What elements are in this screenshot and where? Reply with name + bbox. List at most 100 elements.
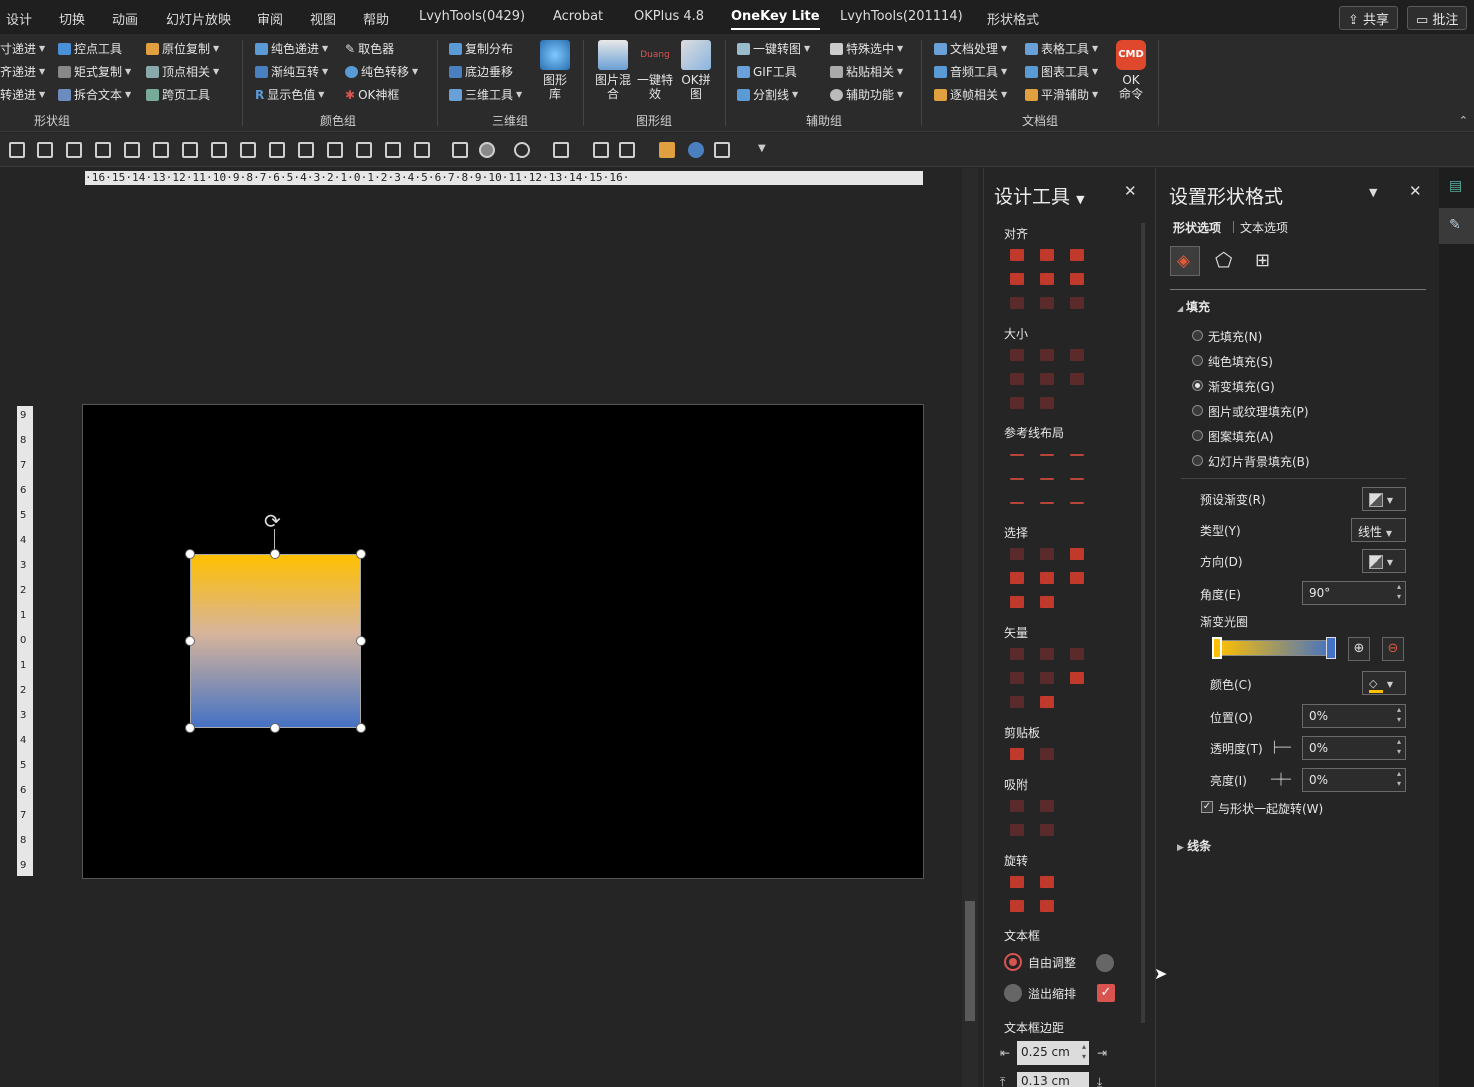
distribute-h-icon[interactable] <box>1010 297 1024 309</box>
ribbon-color-picker[interactable]: ✎ 取色器 <box>345 40 394 57</box>
close-icon[interactable]: ✕ <box>1124 182 1137 200</box>
select-similar-icon[interactable] <box>1040 548 1054 560</box>
guide-bottom-icon[interactable] <box>1070 478 1084 480</box>
ribbon-paste[interactable]: 粘贴相关 ▼ <box>830 63 903 80</box>
tab-review[interactable]: 审阅 <box>257 9 283 28</box>
guide-right-icon[interactable] <box>1070 454 1084 456</box>
group-icon[interactable] <box>240 142 256 158</box>
color-dropdown[interactable]: ◇ ▼ <box>1362 671 1406 695</box>
ribbon-color-transfer[interactable]: 纯色转移 ▼ <box>345 63 418 80</box>
tab-lvyhtools-0429[interactable]: LvyhTools(0429) <box>419 9 525 24</box>
ribbon-inplace-copy[interactable]: 原位复制 ▼ <box>146 40 219 57</box>
align-center-icon[interactable] <box>66 142 82 158</box>
pointer-icon[interactable] <box>1070 572 1084 584</box>
distribute-h-icon[interactable] <box>153 142 169 158</box>
ribbon-audio-tool[interactable]: 音频工具 ▼ <box>934 63 1007 80</box>
no-fill-label[interactable]: 无填充(N) <box>1208 328 1262 345</box>
insert-shape-icon[interactable] <box>553 142 569 158</box>
angle-input[interactable]: 90° <box>1302 581 1406 605</box>
snap-bottom-icon[interactable] <box>1040 800 1054 812</box>
flip-vertical-icon[interactable] <box>1040 900 1054 912</box>
text-effect-icon[interactable] <box>714 142 730 158</box>
same-size-icon[interactable] <box>1070 349 1084 361</box>
tab-design[interactable]: 设计 <box>6 9 32 28</box>
ribbon-rotate-step[interactable]: 转递进 ▼ <box>0 86 45 103</box>
vector-fragment-icon[interactable] <box>1070 648 1084 660</box>
crop-shape-icon[interactable] <box>385 142 401 158</box>
snap-right-icon[interactable] <box>1040 824 1054 836</box>
vector-subtract-icon[interactable] <box>1040 672 1054 684</box>
resize-handle-br[interactable] <box>356 723 366 733</box>
resize-handle-t[interactable] <box>270 549 280 559</box>
align-middle-icon[interactable] <box>211 142 227 158</box>
ribbon-table-tool[interactable]: 表格工具 ▼ <box>1025 40 1098 57</box>
overflow-radio[interactable] <box>1004 984 1022 1002</box>
shape-outline-icon[interactable] <box>688 142 704 158</box>
select-invert-icon[interactable] <box>1040 596 1054 608</box>
gradient-stops-bar[interactable] <box>1216 640 1332 656</box>
flip-horizontal-icon[interactable] <box>1010 900 1024 912</box>
rotate-tool-icon[interactable] <box>414 142 430 158</box>
magic-wand-icon[interactable] <box>1070 548 1084 560</box>
ribbon-handle-tool[interactable]: 控点工具 <box>58 40 122 57</box>
selection-pane-icon[interactable]: ▤ <box>1449 178 1462 194</box>
gradient-rectangle-shape[interactable] <box>190 554 361 728</box>
same-height-icon[interactable] <box>1040 349 1054 361</box>
vector-combine-icon[interactable] <box>1040 648 1054 660</box>
brightness-slider-icon[interactable]: ─┼─ <box>1271 773 1291 786</box>
fill-section-header[interactable]: ◢ 填充 <box>1177 298 1210 315</box>
ribbon-to-image[interactable]: 一键转图 ▼ <box>737 40 810 57</box>
ribbon-size-step[interactable]: 寸递进 ▼ <box>0 40 45 57</box>
pattern-fill-radio[interactable] <box>1192 430 1203 441</box>
resize-handle-tr[interactable] <box>356 549 366 559</box>
send-backward-icon[interactable] <box>327 142 343 158</box>
slide-bg-fill-radio[interactable] <box>1192 455 1203 466</box>
ribbon-divider-line[interactable]: 分割线 ▼ <box>737 86 798 103</box>
circle-fill-icon[interactable] <box>479 142 495 158</box>
tab-onekey-lite[interactable]: OneKey Lite <box>731 9 820 30</box>
select-group-icon[interactable] <box>1010 596 1024 608</box>
tab-acrobat[interactable]: Acrobat <box>553 9 603 24</box>
merge-shapes-icon[interactable] <box>514 142 530 158</box>
text-to-shape-icon[interactable] <box>1010 696 1024 708</box>
pen-icon[interactable] <box>1040 696 1054 708</box>
size-fit-icon[interactable] <box>1040 373 1054 385</box>
ribbon-gradient-solid[interactable]: 渐纯互转 ▼ <box>255 63 328 80</box>
picture-fill-label[interactable]: 图片或纹理填充(P) <box>1208 403 1309 420</box>
ribbon-bottom-shift[interactable]: 底边垂移 <box>449 63 513 80</box>
transparency-slider-icon[interactable]: ├── <box>1271 741 1291 754</box>
bring-forward-icon[interactable] <box>298 142 314 158</box>
ribbon-gif-tool[interactable]: GIF工具 <box>737 63 797 80</box>
distribute-v-icon[interactable] <box>1040 297 1054 309</box>
ribbon-copy-distribute[interactable]: 复制分布 <box>449 40 513 57</box>
tab-lvyhtools-201114[interactable]: LvyhTools(201114) <box>840 9 963 24</box>
align-center-icon[interactable] <box>1040 249 1054 261</box>
ok-puzzle-button[interactable]: OK拼图 <box>679 40 713 101</box>
one-click-effect-button[interactable]: Duang 一键特效 <box>636 40 674 101</box>
guide-top-icon[interactable] <box>1010 478 1024 480</box>
vector-intersect-icon[interactable] <box>1010 672 1024 684</box>
ribbon-vertex[interactable]: 顶点相关 ▼ <box>146 63 219 80</box>
size-properties-icon[interactable]: ⊞ <box>1255 250 1270 271</box>
resize-handle-tl[interactable] <box>185 549 195 559</box>
margin-left-input[interactable]: 0.25 cm ▴ ▾ <box>1017 1041 1089 1065</box>
ribbon-matrix-copy[interactable]: 矩式复制 ▼ <box>58 63 131 80</box>
ok-command-button[interactable]: CMD OK命令 <box>1115 40 1147 101</box>
auto-fit-option[interactable]: 自由调整 <box>1004 953 1076 971</box>
resize-handle-r[interactable] <box>356 636 366 646</box>
auto-fit-toggle[interactable] <box>1096 954 1114 972</box>
size-shrink-icon[interactable] <box>1040 397 1054 409</box>
size-match-icon[interactable] <box>1010 373 1024 385</box>
guide-v-spread-icon[interactable] <box>1040 502 1054 504</box>
comment-button[interactable]: ▭ 批注 <box>1407 6 1468 30</box>
gradient-stop-start[interactable] <box>1212 637 1222 659</box>
brightness-input[interactable]: 0% <box>1302 768 1406 792</box>
shape-library-button[interactable]: 图形库 <box>538 40 572 101</box>
pane-menu-icon[interactable]: ▼ <box>1076 193 1084 206</box>
vector-split-icon[interactable] <box>1070 672 1084 684</box>
guide-h-spread-icon[interactable] <box>1010 502 1024 504</box>
direction-dropdown[interactable]: ▼ <box>1362 549 1406 573</box>
format-painter-icon[interactable] <box>452 142 468 158</box>
tab-slideshow[interactable]: 幻灯片放映 <box>166 9 231 28</box>
ribbon-ok-frame[interactable]: ✱ OK神框 <box>345 86 399 103</box>
